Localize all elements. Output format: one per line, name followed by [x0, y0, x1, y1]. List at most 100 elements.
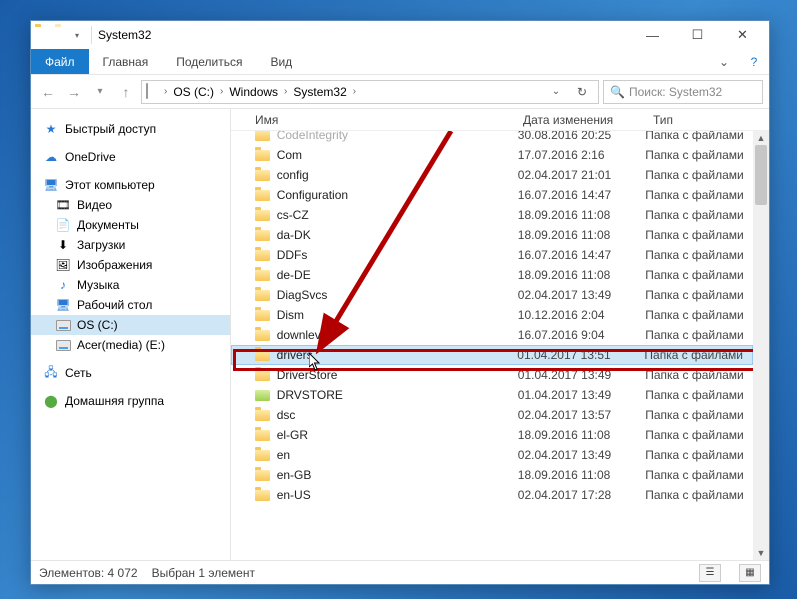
- ribbon-expand-icon[interactable]: ⌄: [709, 49, 739, 74]
- tab-share[interactable]: Поделиться: [162, 49, 256, 74]
- forward-button[interactable]: →: [63, 81, 85, 103]
- tab-view[interactable]: Вид: [256, 49, 306, 74]
- sidebar-onedrive[interactable]: ☁ OneDrive: [31, 147, 230, 167]
- drive-icon: [55, 317, 71, 333]
- vertical-scrollbar[interactable]: ▲ ▼: [753, 131, 769, 560]
- scroll-up-icon[interactable]: ▲: [753, 131, 769, 145]
- table-row[interactable]: en02.04.2017 13:49Папка с файлами: [231, 445, 753, 465]
- table-row[interactable]: downlevel16.07.2016 9:04Папка с файлами: [231, 325, 753, 345]
- up-button[interactable]: ↑: [115, 81, 137, 103]
- table-row[interactable]: dsc02.04.2017 13:57Папка с файлами: [231, 405, 753, 425]
- table-row[interactable]: DiagSvcs02.04.2017 13:49Папка с файлами: [231, 285, 753, 305]
- table-row[interactable]: CodeIntegrity30.08.2016 20:25Папка с фай…: [231, 131, 753, 145]
- details-view-button[interactable]: ☰: [699, 564, 721, 582]
- file-type: Папка с файлами: [645, 148, 753, 162]
- file-name: DDFs: [277, 248, 518, 262]
- table-row[interactable]: Configuration16.07.2016 14:47Папка с фай…: [231, 185, 753, 205]
- recent-dropdown-icon[interactable]: ▾: [89, 81, 111, 103]
- table-row[interactable]: da-DK18.09.2016 11:08Папка с файлами: [231, 225, 753, 245]
- sidebar-item-label: Видео: [77, 198, 112, 212]
- scroll-down-icon[interactable]: ▼: [753, 546, 769, 560]
- qat-slot[interactable]: [55, 27, 71, 43]
- folder-icon: [255, 327, 271, 343]
- file-date: 02.04.2017 17:28: [518, 488, 645, 502]
- crumb-0[interactable]: OS (C:): [169, 85, 218, 99]
- maximize-button[interactable]: ☐: [675, 21, 720, 49]
- table-row[interactable]: DRVSTORE01.04.2017 13:49Папка с файлами: [231, 385, 753, 405]
- file-name: Dism: [277, 308, 518, 322]
- file-name: dsc: [277, 408, 518, 422]
- table-row[interactable]: en-GB18.09.2016 11:08Папка с файлами: [231, 465, 753, 485]
- sidebar-item-label: Быстрый доступ: [65, 122, 156, 136]
- table-row[interactable]: en-US02.04.2017 17:28Папка с файлами: [231, 485, 753, 505]
- thumbnails-view-button[interactable]: ▦: [739, 564, 761, 582]
- table-row[interactable]: DDFs16.07.2016 14:47Папка с файлами: [231, 245, 753, 265]
- table-row[interactable]: drivers01.04.2017 13:51Папка с файлами: [231, 345, 753, 365]
- sidebar-images[interactable]: 🖼Изображения: [31, 255, 230, 275]
- sidebar-network[interactable]: 🖧Сеть: [31, 363, 230, 383]
- sidebar-quick-access[interactable]: ★ Быстрый доступ: [31, 119, 230, 139]
- folder-icon: [255, 187, 271, 203]
- breadcrumb[interactable]: › OS (C:) › Windows › System32 › ⌄ ↻: [141, 80, 599, 104]
- chevron-right-icon[interactable]: ›: [220, 86, 223, 97]
- file-list: Имя Дата изменения Тип CodeIntegrity30.0…: [231, 109, 769, 560]
- sidebar-homegroup[interactable]: ⬤Домашняя группа: [31, 391, 230, 411]
- minimize-button[interactable]: —: [630, 21, 675, 49]
- sidebar-drive-e[interactable]: Acer(media) (E:): [31, 335, 230, 355]
- sidebar-documents[interactable]: 📄Документы: [31, 215, 230, 235]
- qat-dropdown-icon[interactable]: ▾: [75, 31, 79, 40]
- crumb-2[interactable]: System32: [289, 85, 350, 99]
- sidebar-item-label: Загрузки: [77, 238, 125, 252]
- sidebar-downloads[interactable]: ⬇ Загрузки: [31, 235, 230, 255]
- status-selection: Выбран 1 элемент: [152, 566, 255, 580]
- column-date[interactable]: Дата изменения: [523, 113, 653, 127]
- folder-icon: [255, 267, 271, 283]
- address-dropdown-icon[interactable]: ⌄: [544, 86, 568, 97]
- table-row[interactable]: el-GR18.09.2016 11:08Папка с файлами: [231, 425, 753, 445]
- sidebar-music[interactable]: ♪Музыка: [31, 275, 230, 295]
- folder-icon: [255, 467, 271, 483]
- crumb-1[interactable]: Windows: [225, 85, 282, 99]
- file-name: en-GB: [277, 468, 518, 482]
- help-icon[interactable]: ?: [739, 49, 769, 74]
- column-type[interactable]: Тип: [653, 113, 763, 127]
- chevron-right-icon[interactable]: ›: [353, 86, 356, 97]
- file-type: Папка с файлами: [645, 328, 753, 342]
- file-type: Папка с файлами: [645, 228, 753, 242]
- sidebar-desktop[interactable]: 🖥Рабочий стол: [31, 295, 230, 315]
- download-icon: ⬇: [55, 237, 71, 253]
- file-date: 16.07.2016 9:04: [518, 328, 645, 342]
- folder-icon: [255, 247, 271, 263]
- table-row[interactable]: Dism10.12.2016 2:04Папка с файлами: [231, 305, 753, 325]
- column-name[interactable]: Имя: [255, 113, 523, 127]
- sidebar-thispc[interactable]: 🖥 Этот компьютер: [31, 175, 230, 195]
- sidebar-item-label: Сеть: [65, 366, 92, 380]
- tab-home[interactable]: Главная: [89, 49, 163, 74]
- status-bar: Элементов: 4 072 Выбран 1 элемент ☰ ▦: [31, 560, 769, 584]
- close-button[interactable]: ✕: [720, 21, 765, 49]
- search-input[interactable]: 🔍 Поиск: System32: [603, 80, 763, 104]
- file-name: el-GR: [277, 428, 518, 442]
- table-row[interactable]: cs-CZ18.09.2016 11:08Папка с файлами: [231, 205, 753, 225]
- back-button[interactable]: ←: [37, 81, 59, 103]
- table-row[interactable]: Com17.07.2016 2:16Папка с файлами: [231, 145, 753, 165]
- table-row[interactable]: de-DE18.09.2016 11:08Папка с файлами: [231, 265, 753, 285]
- table-row[interactable]: config02.04.2017 21:01Папка с файлами: [231, 165, 753, 185]
- list-header: Имя Дата изменения Тип: [231, 109, 769, 131]
- chevron-right-icon[interactable]: ›: [164, 86, 167, 97]
- chevron-right-icon[interactable]: ›: [284, 86, 287, 97]
- file-date: 01.04.2017 13:51: [517, 348, 644, 362]
- file-type: Папка с файлами: [645, 248, 753, 262]
- table-row[interactable]: DriverStore01.04.2017 13:49Папка с файла…: [231, 365, 753, 385]
- refresh-icon[interactable]: ↻: [570, 85, 594, 99]
- sidebar-drive-c[interactable]: OS (C:): [31, 315, 230, 335]
- sidebar-item-label: OS (C:): [77, 318, 118, 332]
- file-date: 30.08.2016 20:25: [518, 131, 645, 142]
- sidebar-video[interactable]: 🎞Видео: [31, 195, 230, 215]
- explorer-window: ▾ System32 — ☐ ✕ Файл Главная Поделиться…: [30, 20, 770, 585]
- scroll-thumb[interactable]: [755, 145, 767, 205]
- window-title: System32: [98, 28, 151, 42]
- file-type: Папка с файлами: [645, 268, 753, 282]
- tab-file[interactable]: Файл: [31, 49, 89, 74]
- file-type: Папка с файлами: [645, 468, 753, 482]
